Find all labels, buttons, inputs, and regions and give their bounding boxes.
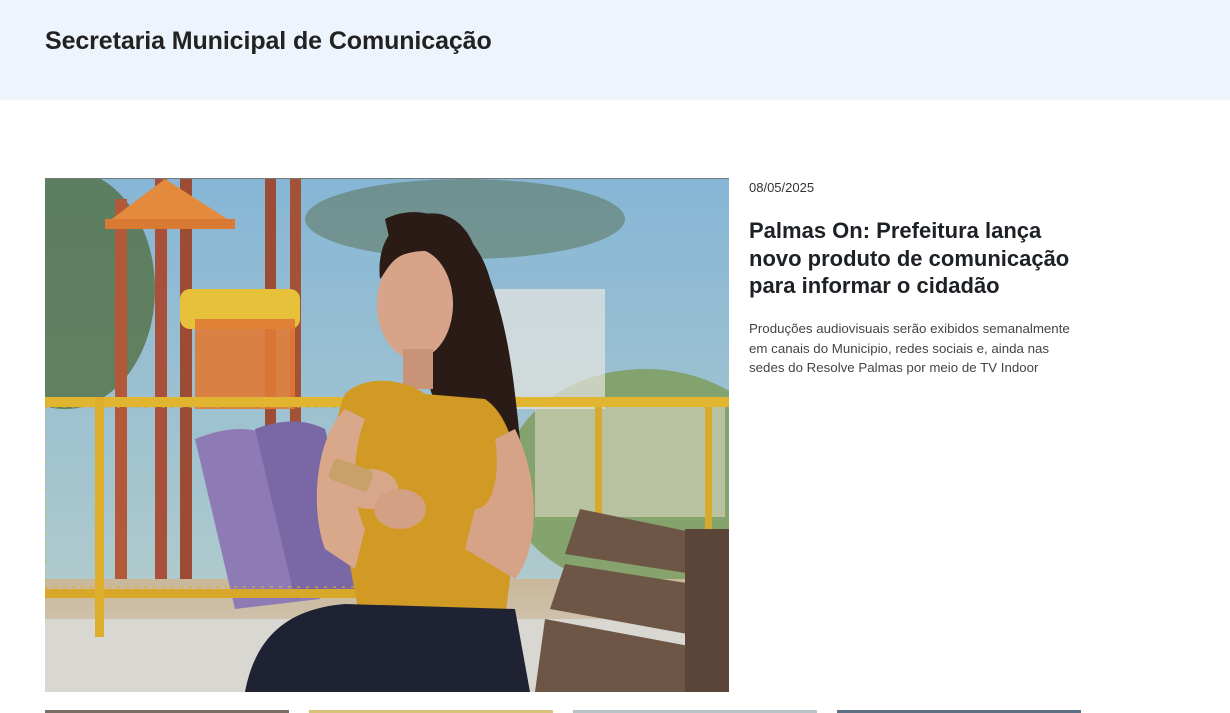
- news-date: 08/05/2025: [749, 180, 815, 195]
- news-summary: Produções audiovisuais serão exibidos se…: [749, 321, 1070, 376]
- news-photo: [45, 179, 729, 692]
- page-title: Secretaria Municipal de Comunicação: [45, 27, 492, 55]
- news-headline-link[interactable]: Palmas On: Prefeitura lança novo produto…: [749, 217, 1089, 300]
- featured-news-image[interactable]: [45, 178, 729, 692]
- page-header: Secretaria Municipal de Comunicação: [0, 0, 1230, 100]
